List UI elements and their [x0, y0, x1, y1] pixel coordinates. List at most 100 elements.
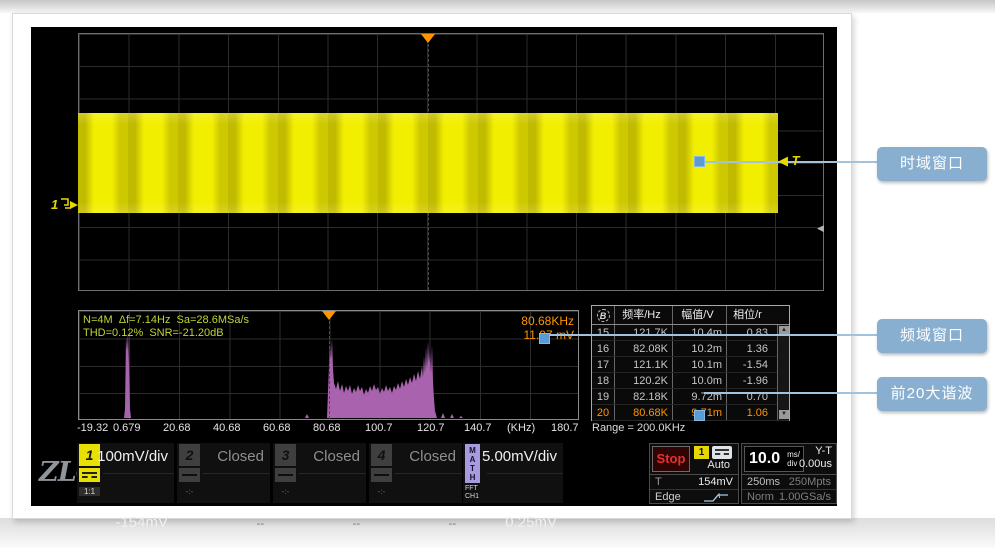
stop-button[interactable]: Stop: [652, 446, 690, 472]
panel-expand-icon[interactable]: ◀: [817, 223, 824, 234]
trigger-source-badge: 1: [694, 446, 709, 459]
axis-unit-label: (KHz): [507, 422, 535, 434]
status-toolbar: ZLG® 1 1:1 100mV/div -154mV 2 -:- Closed…: [31, 441, 837, 505]
axis-tick-label: 120.7: [417, 422, 445, 434]
harmonics-table: B 频率/Hz 幅值/V 相位/r 15121.7K10.4m0.83 1682…: [591, 305, 790, 421]
timebase-scale: 10.0: [749, 450, 780, 468]
trigger-coupling-icon: [712, 446, 732, 459]
ch1-coupling-icon: [79, 468, 100, 482]
fft-info-line1: N=4M Δf=7.14Hz Sa=28.6MSa/s: [83, 314, 249, 327]
ch2-probe-ratio: -:-: [179, 487, 200, 496]
ch1-marker-label: 1: [51, 197, 58, 212]
ch3-badge: 3: [275, 444, 296, 466]
callout-line-fft-window: [549, 334, 877, 336]
page: 1 ◀ T ◀ N=4M Δf=7.14Hz Sa=28.6MSa/sTHD=0…: [0, 0, 995, 548]
ground-arrow-icon: [58, 197, 80, 210]
fft-readout-frequency: 80.68KHz: [521, 314, 574, 328]
math-offset: 0.25mV: [505, 514, 557, 531]
callout-frequency-domain-window: 频域窗口: [877, 319, 987, 353]
ch3-offset: --: [353, 518, 360, 530]
ch1-position-marker[interactable]: 1: [51, 196, 80, 212]
callout-time-domain-window: 时域窗口: [877, 147, 987, 181]
bode-icon: B: [592, 306, 615, 324]
ch3-probe-ratio: -:-: [275, 487, 296, 496]
axis-tick-label: 20.68: [163, 422, 191, 434]
ch3-scale: Closed: [313, 448, 360, 465]
col-header-phase: 相位/r: [727, 306, 773, 324]
channel1-block[interactable]: 1 1:1 100mV/div -154mV: [77, 443, 174, 503]
acquisition-mode: Norm: [742, 491, 774, 503]
fft-cursor-marker[interactable]: [322, 311, 336, 320]
timebase-scale-box: 10.0 ms/div: [744, 446, 804, 472]
fft-range-label: Range = 200.0KHz: [592, 422, 685, 434]
channel3-block[interactable]: 3 -:- Closed --: [273, 443, 366, 503]
trigger-level-marker[interactable]: ◀ T: [778, 153, 800, 169]
math-source: FFTCH1: [465, 485, 485, 501]
table-scrollbar[interactable]: ▲ ▼: [777, 325, 789, 420]
ch4-badge: 4: [371, 444, 392, 466]
ch1-offset: -154mV: [115, 514, 168, 531]
top-gradient-band: [0, 0, 995, 13]
rising-edge-icon: [702, 492, 730, 504]
callout-top20-harmonics: 前20大谐波: [877, 377, 987, 411]
capture-window: 250ms: [742, 476, 780, 488]
fft-info-text: N=4M Δf=7.14Hz Sa=28.6MSa/sTHD=0.12% SNR…: [83, 314, 249, 340]
trigger-position-marker[interactable]: [421, 34, 435, 43]
ch2-offset: --: [257, 518, 264, 530]
ch4-probe-ratio: -:-: [371, 487, 392, 496]
trigger-delay: 0.00us: [799, 458, 832, 470]
axis-tick-label: 40.68: [213, 422, 241, 434]
table-row-highlighted: 2080.68K9.71m1.06: [592, 405, 789, 421]
ch2-scale: Closed: [217, 448, 264, 465]
ch2-coupling-icon: [179, 468, 200, 482]
fft-center-line: [329, 311, 330, 419]
ch1-probe-ratio: 1:1: [79, 487, 100, 496]
ch2-badge: 2: [179, 444, 200, 466]
axis-tick-label: 60.68: [263, 422, 291, 434]
trigger-level-value: 154mV: [698, 475, 733, 490]
trigger-type: Edge: [650, 491, 681, 503]
scroll-down-icon[interactable]: ▼: [779, 410, 789, 419]
math-tab: MATH: [465, 444, 480, 483]
callout-line-harmonics: [704, 392, 877, 394]
timebase-block[interactable]: 10.0 ms/div Y-T0.00us 250ms 250Mpts Norm 1…: [741, 443, 837, 504]
table-row: 1682.08K10.2m1.36: [592, 341, 789, 357]
math-block[interactable]: MATH FFTCH1 5.00mV/div 0.25mV: [463, 443, 563, 503]
sample-rate: 1.00GSa/s: [779, 490, 831, 505]
table-row: 17121.1K10.1m-1.54: [592, 357, 789, 373]
trigger-mode: Auto: [707, 459, 730, 471]
display-mode: Y-T0.00us: [799, 445, 832, 471]
ch4-coupling-icon: [371, 468, 392, 482]
fft-axis-labels: -19.32 0.679 20.68 40.68 60.68 80.68 100…: [31, 422, 591, 436]
axis-tick-label: 100.7: [365, 422, 393, 434]
trigger-letter: T: [792, 153, 800, 168]
axis-tick-label: 140.7: [464, 422, 492, 434]
channel2-block[interactable]: 2 -:- Closed --: [177, 443, 270, 503]
screenshot-card: 1 ◀ T ◀ N=4M Δf=7.14Hz Sa=28.6MSa/sTHD=0…: [12, 13, 852, 519]
channel4-block[interactable]: 4 -:- Closed --: [369, 443, 462, 503]
time-annotation-marker: [694, 156, 705, 167]
ch1-scale: 100mV/div: [97, 448, 168, 465]
col-header-amplitude: 幅值/V: [673, 306, 727, 324]
math-scale: 5.00mV/div: [482, 448, 557, 465]
oscilloscope-screen: 1 ◀ T ◀ N=4M Δf=7.14Hz Sa=28.6MSa/sTHD=0…: [31, 27, 837, 506]
harmonics-table-header: B 频率/Hz 幅值/V 相位/r: [592, 306, 789, 325]
table-row: 15121.7K10.4m0.83: [592, 325, 789, 341]
fft-window: N=4M Δf=7.14Hz Sa=28.6MSa/sTHD=0.12% SNR…: [78, 310, 579, 420]
fft-info-line2: THD=0.12% SNR=-21.20dB: [83, 327, 249, 340]
ch4-offset: --: [449, 518, 456, 530]
axis-tick-label: 80.68: [313, 422, 341, 434]
axis-tick-label: -19.32: [77, 422, 108, 434]
fft-annotation-marker: [539, 333, 550, 344]
col-header-frequency: 频率/Hz: [615, 306, 673, 324]
trigger-block[interactable]: Stop 1 Auto T 154mV Edge: [649, 443, 739, 504]
ch3-coupling-icon: [275, 468, 296, 482]
table-row: 18120.2K10.0m-1.96: [592, 373, 789, 389]
trigger-level-label: T: [650, 476, 662, 488]
ch4-scale: Closed: [409, 448, 456, 465]
memory-depth: 250Mpts: [789, 475, 831, 490]
table-annotation-marker: [694, 410, 705, 421]
trigger-arrow-icon: ◀: [778, 153, 788, 168]
axis-tick-label: 0.679: [113, 422, 141, 434]
axis-tick-label: 180.7: [551, 422, 579, 434]
